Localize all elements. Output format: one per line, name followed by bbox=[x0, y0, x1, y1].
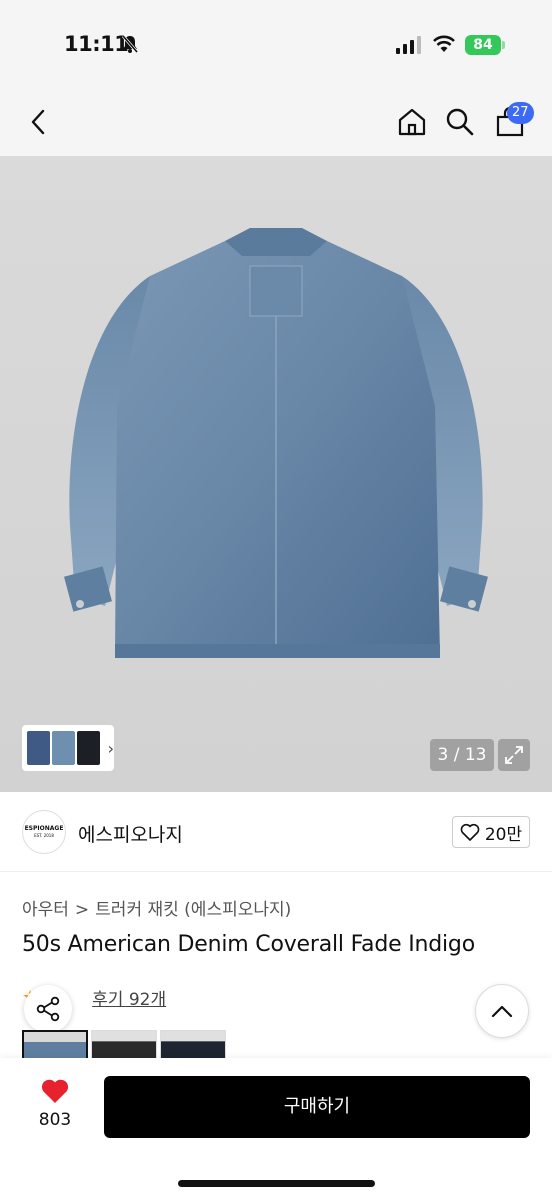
home-indicator bbox=[178, 1180, 375, 1187]
scroll-to-top-button[interactable] bbox=[475, 984, 529, 1038]
product-image-gallery[interactable]: › 3 / 13 bbox=[0, 156, 552, 792]
buy-button[interactable]: 구매하기 bbox=[104, 1076, 530, 1138]
brand-logo-text: ESPIONAGE bbox=[24, 825, 64, 832]
wishlist-button[interactable]: 803 bbox=[26, 1078, 84, 1130]
wishlist-count: 803 bbox=[38, 1110, 72, 1130]
search-icon bbox=[446, 108, 474, 136]
product-title: 50s American Denim Coverall Fade Indigo bbox=[22, 932, 475, 957]
brand-name[interactable]: 에스피오나지 bbox=[78, 820, 183, 847]
expand-icon bbox=[505, 746, 523, 764]
home-icon bbox=[398, 108, 426, 136]
status-time: 11:11 bbox=[64, 32, 129, 56]
chevron-right-icon: › bbox=[107, 738, 114, 758]
bottom-purchase-bar: 803 구매하기 bbox=[0, 1058, 552, 1200]
color-swatch bbox=[24, 1032, 86, 1060]
share-button[interactable] bbox=[24, 985, 72, 1033]
image-page-counter: 3 / 13 bbox=[430, 739, 494, 771]
share-icon bbox=[36, 996, 60, 1022]
bell-muted-icon bbox=[121, 35, 139, 53]
color-option-navy[interactable] bbox=[160, 1030, 226, 1060]
breadcrumb: 아우터 > 트러커 재킷 (에스피오나지) bbox=[22, 895, 291, 920]
status-bar: 11:11 84 bbox=[0, 0, 552, 90]
heart-outline-icon bbox=[460, 823, 480, 841]
battery-tip bbox=[502, 41, 505, 49]
review-count-link[interactable]: 후기 92개 bbox=[92, 985, 166, 1010]
thumbnail-image bbox=[76, 731, 100, 765]
expand-image-button[interactable] bbox=[498, 739, 530, 771]
cart-count-badge: 27 bbox=[507, 102, 534, 124]
brand-logo[interactable]: ESPIONAGE EST. 2018 bbox=[22, 810, 66, 854]
home-button[interactable] bbox=[392, 102, 432, 142]
chevron-up-icon bbox=[491, 1005, 513, 1018]
color-swatch bbox=[161, 1031, 225, 1060]
battery-indicator: 84 bbox=[465, 35, 501, 55]
color-swatch bbox=[92, 1031, 156, 1060]
breadcrumb-item[interactable]: 아우터 bbox=[22, 900, 69, 920]
breadcrumb-separator: > bbox=[74, 900, 90, 920]
signal-icon bbox=[396, 36, 421, 54]
heart-filled-icon bbox=[41, 1079, 69, 1103]
search-button[interactable] bbox=[440, 102, 480, 142]
chevron-left-icon bbox=[31, 109, 45, 135]
brand-like-button[interactable]: 20만 bbox=[452, 816, 530, 848]
gallery-thumbnail-strip[interactable]: › bbox=[22, 725, 114, 771]
back-button[interactable] bbox=[18, 102, 58, 142]
color-option-black[interactable] bbox=[91, 1030, 157, 1060]
brand-logo-subtext: EST. 2018 bbox=[34, 833, 54, 838]
color-options bbox=[22, 1030, 226, 1060]
top-nav bbox=[0, 90, 552, 156]
brand-row[interactable]: ESPIONAGE EST. 2018 에스피오나지 20만 bbox=[0, 792, 552, 872]
brand-like-count: 20만 bbox=[484, 824, 523, 845]
breadcrumb-item[interactable]: 트러커 재킷 (에스피오나지) bbox=[95, 900, 291, 920]
thumbnail-image bbox=[27, 731, 50, 765]
product-photo-denim-jacket bbox=[64, 228, 488, 658]
thumbnail-image bbox=[51, 731, 75, 765]
color-option-fade-indigo[interactable] bbox=[22, 1030, 88, 1060]
wifi-icon bbox=[433, 35, 455, 52]
